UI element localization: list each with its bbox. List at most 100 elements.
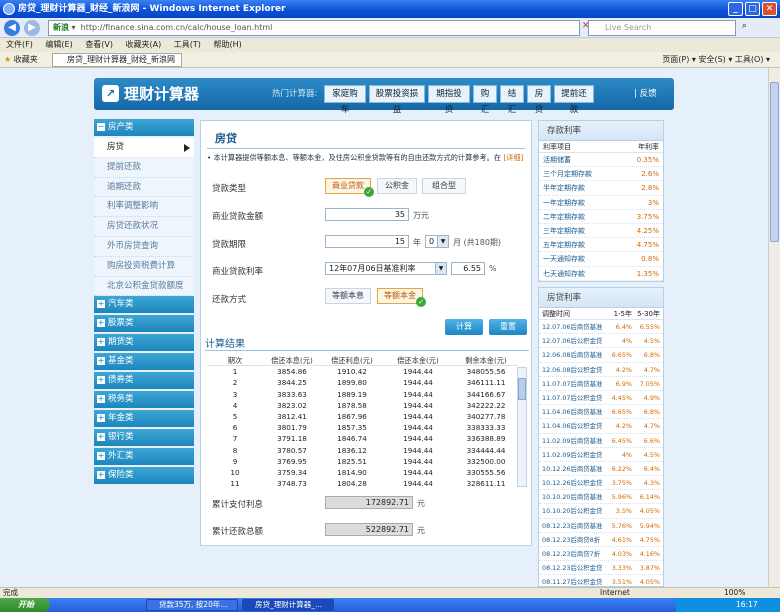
- search-input[interactable]: Live Search: [588, 20, 736, 36]
- term-years-input[interactable]: 15: [325, 235, 409, 248]
- deposit-rate-row: 一天通知存款 0.8%: [539, 252, 663, 267]
- dropdown-icon: ▼: [437, 236, 448, 247]
- minimize-button[interactable]: _: [728, 2, 743, 16]
- sidebar-section-car[interactable]: + 汽车类: [94, 296, 194, 314]
- loan-rate-row: 10.10.20后商贷基准 5.96% 6.14%: [539, 490, 663, 505]
- taskbar: 开始 贷款35万, 按20年... 房贷_理财计算器_... 16:17: [0, 598, 780, 612]
- loan-type-commercial[interactable]: 商业贷款 ✓: [325, 178, 374, 197]
- sidebar-item-foreign-loan[interactable]: 外币房贷查询: [94, 236, 194, 257]
- sidebar-item-prepay[interactable]: 提前还款: [94, 157, 194, 178]
- start-button[interactable]: 开始: [0, 598, 50, 612]
- hot-tab-prepay[interactable]: 提前还款: [554, 85, 594, 115]
- loan-rate-row: 11.07.07后商贷基准 6.9% 7.05%: [539, 377, 663, 391]
- hot-tab-sell-fx[interactable]: 结汇: [500, 85, 524, 115]
- browser-tab[interactable]: 房贷_理财计算器_财经_新浪网: [52, 53, 182, 67]
- sidebar-section-stock[interactable]: + 股票类: [94, 315, 194, 333]
- logo-icon: ↗: [102, 85, 119, 102]
- loan-rates-panel: 房贷利率 调整时间 1-5年 5-30年 12.07.06后商贷基准 6.4% 6.55…: [538, 287, 664, 587]
- term-months-select[interactable]: 0 ▼: [425, 235, 449, 248]
- total-interest-label: 累计支付利息: [212, 500, 264, 510]
- sidebar-item-beijing-fund[interactable]: 北京公积金贷款额度: [94, 276, 194, 297]
- sidebar-section-annuity[interactable]: + 年金类: [94, 410, 194, 428]
- sidebar-item-rate-impact[interactable]: 利率调整影响: [94, 197, 194, 218]
- taskbar-item-1[interactable]: 贷款35万, 按20年...: [146, 599, 238, 611]
- page-title: 房贷: [215, 132, 237, 145]
- sidebar-section-bond[interactable]: + 债券类: [94, 372, 194, 390]
- term-years-unit: 年: [413, 238, 421, 247]
- taskbar-item-2[interactable]: 房贷_理财计算器_...: [242, 599, 334, 611]
- loan-rate-row: 11.04.06后公积金贷 4.2% 4.7%: [539, 419, 663, 434]
- table-row: 4 3823.02 1878.58 1944.44 342222.22: [232, 400, 506, 410]
- amount-unit: 万元: [413, 211, 429, 220]
- table-row: 10 3759.34 1814.90 1944.44 330555.56: [230, 467, 506, 477]
- menu-tools[interactable]: 工具(T): [174, 40, 201, 49]
- sidebar-section-tax[interactable]: + 税务类: [94, 391, 194, 409]
- calculate-button[interactable]: 计算: [445, 319, 483, 335]
- forward-icon[interactable]: ▶: [24, 20, 40, 36]
- table-row: 1 3854.86 1910.42 1944.44 348055.56: [232, 367, 506, 377]
- loan-rate-row: 12.06.08后公积金贷 4.2% 4.7%: [539, 363, 663, 377]
- repay-equal-installment[interactable]: 等额本息: [325, 288, 371, 304]
- favorites-star-icon[interactable]: ★: [0, 55, 11, 64]
- address-bar[interactable]: 新浪 ▾ http://finance.sina.com.cn/calc/hou…: [48, 20, 580, 36]
- hot-tab-car[interactable]: 家庭购车: [324, 85, 366, 115]
- loan-type-label: 贷款类型: [212, 184, 247, 194]
- loan-rate-row: 10.10.20后公积金贷 3.5% 4.05%: [539, 504, 663, 519]
- menu-favorites[interactable]: 收藏夹(A): [126, 40, 162, 49]
- reset-button[interactable]: 重置: [489, 319, 527, 335]
- table-row: 3 3833.63 1889.19 1944.44 344166.67: [232, 389, 506, 399]
- total-interest-unit: 元: [417, 499, 425, 508]
- window-title: 房贷_理财计算器_财经_新浪网 - Windows Internet Explo…: [18, 4, 286, 14]
- deposit-rate-row: 一年定期存款 3%: [539, 196, 663, 210]
- results-scrollbar[interactable]: [517, 367, 527, 487]
- sidebar-item-mortgage[interactable]: 房贷: [94, 138, 194, 158]
- menu-edit[interactable]: 编辑(E): [45, 40, 72, 49]
- rate-input[interactable]: 6.55: [451, 262, 485, 275]
- back-icon[interactable]: ◀: [4, 20, 20, 36]
- sidebar-section-fund[interactable]: + 基金类: [94, 353, 194, 371]
- maximize-button[interactable]: □: [745, 2, 760, 16]
- close-button[interactable]: ✕: [762, 2, 777, 16]
- amount-input[interactable]: 35: [325, 208, 409, 221]
- sidebar-section-insurance[interactable]: + 保险类: [94, 467, 194, 485]
- sidebar-item-repay-status[interactable]: 房贷还款状况: [94, 217, 194, 237]
- search-icon[interactable]: ⌕: [742, 21, 747, 31]
- results-table: 期次 偿还本息(元) 偿还利息(元) 偿还本金(元) 剩余本金(元) 1 3854.86 1…: [207, 355, 519, 487]
- menu-file[interactable]: 文件(F): [6, 40, 33, 49]
- deposit-rates-title: 存款利率: [539, 121, 663, 141]
- sidebar-section-property[interactable]: − 房产类: [94, 119, 194, 136]
- feedback-link[interactable]: | 反馈: [634, 87, 657, 101]
- loan-rate-row: 12.07.06后商贷基准 6.4% 6.55%: [539, 320, 663, 335]
- menu-help[interactable]: 帮助(H): [213, 40, 241, 49]
- loan-rate-row: 08.12.23后商贷8折 4.61% 4.75%: [539, 533, 663, 547]
- loan-type-combo[interactable]: 组合型: [422, 178, 466, 194]
- more-link[interactable]: [详细]: [503, 153, 523, 162]
- menu-bar: 文件(F) 编辑(E) 查看(V) 收藏夹(A) 工具(T) 帮助(H): [0, 38, 780, 52]
- page-scrollbar[interactable]: [768, 68, 780, 587]
- hot-tab-stock[interactable]: 股票投资损益: [369, 85, 425, 115]
- sidebar-section-forex[interactable]: + 外汇类: [94, 448, 194, 466]
- term-months-unit: 月 (共180期): [453, 238, 502, 247]
- hot-tab-futures[interactable]: 期指投资: [428, 85, 470, 115]
- zoom-level[interactable]: 100%: [724, 588, 745, 598]
- loan-rate-row: 08.11.27后公积金贷 3.51% 4.05%: [539, 575, 663, 586]
- loan-rate-row: 11.02.09后公积金贷 4% 4.5%: [539, 448, 663, 462]
- loan-rate-row: 11.07.07后公积金贷 4.45% 4.9%: [539, 391, 663, 406]
- clock: 16:17: [736, 600, 758, 609]
- rate-select[interactable]: 12年07月06日基准利率 ▼: [325, 262, 447, 275]
- sidebar-section-futures[interactable]: + 期货类: [94, 334, 194, 352]
- menu-view[interactable]: 查看(V): [85, 40, 113, 49]
- sidebar-item-overdue[interactable]: 逾期还款: [94, 177, 194, 198]
- rate-label: 商业贷款利率: [212, 267, 264, 277]
- deposit-rate-row: 二年定期存款 3.75%: [539, 210, 663, 224]
- loan-rate-row: 08.12.23后商贷7折 4.03% 4.16%: [539, 547, 663, 562]
- sidebar-item-tax[interactable]: 购房投资税费计算: [94, 256, 194, 277]
- loan-type-fund[interactable]: 公积金: [377, 178, 417, 194]
- hot-tab-buy-fx[interactable]: 购汇: [473, 85, 497, 115]
- hot-tab-mortgage[interactable]: 房贷: [527, 85, 551, 115]
- repay-equal-principal[interactable]: 等额本金 ✓: [377, 288, 426, 307]
- site-logo[interactable]: ↗ 理财计算器: [102, 84, 199, 104]
- favorites-label[interactable]: 收藏夹: [14, 55, 38, 64]
- sidebar-section-bank[interactable]: + 银行类: [94, 429, 194, 447]
- command-bar[interactable]: 页面(P) ▾ 安全(S) ▾ 工具(O) ▾: [662, 52, 770, 68]
